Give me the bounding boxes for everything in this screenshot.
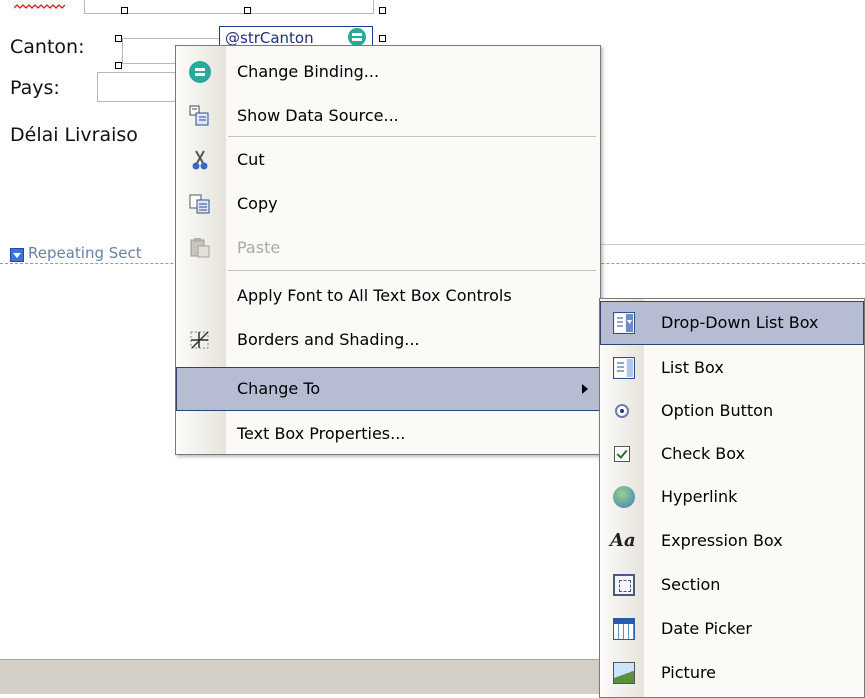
menu-item-label: Paste	[237, 238, 281, 257]
drop-down-list-icon	[613, 312, 635, 334]
section-icon	[613, 574, 635, 596]
pays-field[interactable]	[97, 72, 187, 102]
menu-item-label: Borders and Shading...	[237, 330, 420, 349]
data-source-icon	[189, 105, 211, 127]
context-menu: Change Binding... Show Data Source... Cu…	[175, 45, 601, 455]
check-box-icon	[614, 446, 630, 462]
borders-icon	[189, 329, 211, 351]
binding-icon[interactable]	[348, 28, 366, 46]
menu-item-label: Hyperlink	[661, 487, 738, 506]
resize-handle[interactable]	[244, 7, 251, 14]
resize-handle[interactable]	[379, 7, 386, 14]
menu-item-label: Drop-Down List Box	[661, 313, 819, 332]
menu-item-label: Expression Box	[661, 531, 783, 550]
submenu-item-picture[interactable]: Picture	[600, 651, 864, 695]
binding-icon	[189, 61, 211, 83]
menu-item-label: Apply Font to All Text Box Controls	[237, 286, 512, 305]
submenu-item-list-box[interactable]: List Box	[600, 346, 864, 390]
repeating-section-label: Repeating Sect	[28, 244, 142, 262]
resize-handle[interactable]	[115, 35, 122, 42]
menu-item-label: Cut	[237, 150, 265, 169]
spellcheck-squiggle	[14, 4, 66, 9]
submenu-item-expression-box[interactable]: Aa Expression Box	[600, 519, 864, 563]
list-box-icon	[613, 357, 635, 379]
submenu-item-drop-down-list-box[interactable]: Drop-Down List Box	[600, 301, 864, 345]
resize-handle[interactable]	[379, 35, 386, 42]
picture-icon	[613, 662, 635, 684]
pays-label: Pays:	[10, 77, 60, 99]
delai-livraison-label: Délai Livraiso	[10, 124, 138, 146]
menu-item-cut[interactable]: Cut	[176, 138, 600, 182]
resize-handle[interactable]	[121, 7, 128, 14]
menu-item-apply-font[interactable]: Apply Font to All Text Box Controls	[176, 274, 600, 318]
canton-label: Canton:	[10, 36, 85, 58]
menu-item-label: List Box	[661, 358, 724, 377]
paste-icon	[189, 237, 211, 259]
section-collapse-icon[interactable]	[10, 248, 24, 262]
menu-item-borders-shading[interactable]: Borders and Shading...	[176, 318, 600, 362]
submenu-arrow-icon	[582, 384, 588, 394]
menu-separator	[228, 136, 596, 137]
menu-item-label: Date Picker	[661, 619, 752, 638]
copy-icon	[189, 193, 211, 215]
option-button-icon	[615, 404, 629, 418]
menu-separator	[228, 270, 596, 271]
submenu-item-check-box[interactable]: Check Box	[600, 432, 864, 476]
submenu-item-date-picker[interactable]: Date Picker	[600, 607, 864, 651]
menu-item-label: Check Box	[661, 444, 746, 463]
menu-item-label: Change Binding...	[237, 62, 380, 81]
menu-item-label: Picture	[661, 663, 717, 682]
menu-item-copy[interactable]: Copy	[176, 182, 600, 226]
submenu-item-hyperlink[interactable]: Hyperlink	[600, 475, 864, 519]
menu-item-change-binding[interactable]: Change Binding...	[176, 50, 600, 94]
date-picker-icon	[613, 618, 635, 640]
menu-item-label: Copy	[237, 194, 278, 213]
expression-box-icon: Aa	[610, 530, 636, 551]
menu-item-label: Section	[661, 575, 721, 594]
menu-item-label: Show Data Source...	[237, 106, 399, 125]
menu-item-label: Text Box Properties...	[237, 424, 406, 443]
submenu-item-option-button[interactable]: Option Button	[600, 389, 864, 433]
change-to-submenu: Drop-Down List Box List Box Option Butto…	[599, 298, 865, 698]
hyperlink-icon	[613, 486, 635, 508]
submenu-item-section[interactable]: Section	[600, 563, 864, 607]
menu-item-label: Change To	[237, 379, 321, 398]
resize-handle[interactable]	[115, 62, 122, 69]
section-boundary	[600, 244, 865, 245]
scissors-icon	[189, 149, 211, 171]
bottom-bar	[0, 659, 600, 694]
menu-item-change-to[interactable]: Change To	[176, 367, 600, 411]
menu-item-label: Option Button	[661, 401, 774, 420]
menu-item-paste: Paste	[176, 226, 600, 270]
menu-item-show-data-source[interactable]: Show Data Source...	[176, 94, 600, 138]
menu-item-text-box-properties[interactable]: Text Box Properties...	[176, 412, 600, 456]
